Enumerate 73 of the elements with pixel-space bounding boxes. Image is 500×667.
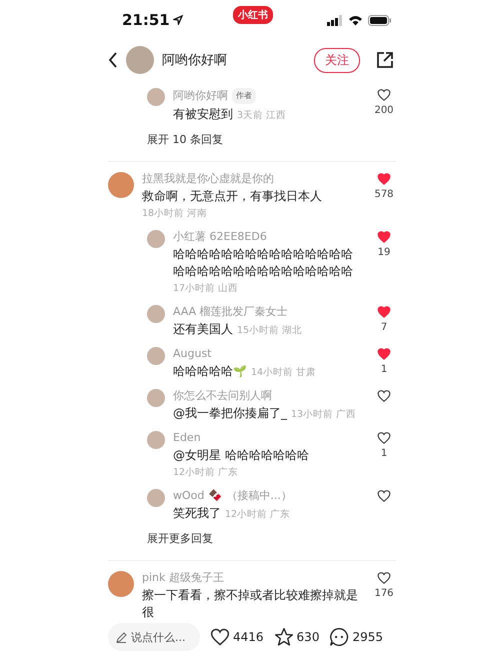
comment-text: 救命啊，无意点开，有事找日本人 — [142, 189, 322, 203]
comment-meta: 12小时前 广东 — [173, 466, 240, 480]
share-icon[interactable] — [376, 51, 394, 69]
app-badge: 小红书 — [233, 6, 273, 24]
location-arrow-icon — [172, 15, 183, 25]
user-name[interactable]: 小红薯 62EE8ED6 — [173, 230, 267, 244]
heart-icon[interactable] — [210, 627, 230, 647]
comment-text: @我一拳把你揍扁了_ — [173, 406, 287, 420]
emoji: 🍫 — [208, 489, 222, 503]
comment-meta: 17小时前 山西 — [173, 282, 240, 296]
user-name[interactable]: Eden — [173, 431, 201, 445]
author-name[interactable]: 阿哟你好啊 — [162, 51, 306, 69]
expand-replies-link[interactable]: 展开 10 条回复 — [147, 132, 396, 147]
star-icon[interactable] — [274, 627, 294, 647]
comment-meta: 14小时前 甘肃 — [251, 367, 316, 378]
like-count: 19 — [378, 247, 390, 258]
comment-meta: 18小时前 河南 — [142, 207, 208, 221]
avatar[interactable] — [147, 431, 165, 449]
comment-text: 哈哈哈哈哈 — [173, 364, 233, 378]
author-tag: 作者 — [232, 88, 256, 104]
comment-meta: 15小时前 湖北 — [237, 325, 302, 336]
signal-icon — [327, 14, 343, 26]
like-count: 7 — [380, 322, 388, 333]
avatar[interactable] — [108, 172, 134, 198]
like-count: 200 — [374, 105, 394, 116]
star-count: 630 — [296, 630, 320, 644]
user-name[interactable]: 拉黑我就是你心虚就是你的 — [142, 172, 274, 186]
like-count: 1 — [380, 364, 388, 375]
user-name[interactable]: pink 超级兔子王 — [142, 571, 224, 585]
input-placeholder: 说点什么... — [131, 630, 186, 644]
heart-icon[interactable] — [377, 431, 391, 445]
comment-meta: 13小时前 广西 — [291, 409, 356, 420]
comment-icon[interactable] — [329, 627, 350, 647]
user-name[interactable]: August — [173, 347, 212, 361]
avatar[interactable] — [126, 46, 154, 74]
user-note: （接稿中...） — [226, 489, 292, 503]
expand-replies-link[interactable]: 展开更多回复 — [147, 531, 396, 546]
pencil-icon — [116, 632, 127, 642]
comment-text: @女明星 哈哈哈哈哈哈哈 — [173, 448, 309, 462]
user-name[interactable]: 你怎么不去问别人啊 — [173, 389, 272, 403]
comment-text: 哈哈哈哈哈哈哈哈哈哈哈哈哈哈哈哈哈哈哈哈哈哈哈哈哈哈哈哈哈哈 — [173, 247, 353, 278]
back-icon[interactable] — [108, 52, 118, 68]
wifi-icon — [348, 14, 363, 26]
battery-icon — [368, 14, 392, 26]
avatar[interactable] — [147, 389, 165, 407]
comment-text: 擦一下看看，擦不掉或者比较难擦掉就是很 — [142, 588, 358, 619]
comment-meta: 12小时前 广东 — [225, 509, 290, 520]
heart-icon[interactable] — [377, 489, 391, 503]
avatar[interactable] — [147, 347, 165, 365]
user-name[interactable]: wOod — [173, 489, 204, 503]
avatar[interactable] — [147, 489, 165, 507]
heart-icon[interactable] — [377, 88, 391, 102]
like-count: 176 — [374, 588, 394, 599]
comment-text: 还有美国人 — [173, 322, 233, 336]
heart-icon[interactable] — [377, 389, 391, 403]
avatar[interactable] — [147, 305, 165, 323]
comment-meta: 3天前 江西 — [237, 110, 286, 121]
comment-text: 有被安慰到 — [173, 107, 233, 121]
comment-text: 笑死我了 — [173, 506, 221, 520]
follow-button[interactable]: 关注 — [314, 48, 360, 72]
user-name[interactable]: 阿哟你好啊 — [173, 89, 228, 103]
like-count: 1 — [380, 448, 388, 459]
avatar[interactable] — [147, 230, 165, 248]
comment-count: 2955 — [352, 630, 383, 644]
avatar[interactable] — [108, 571, 134, 597]
comment-input-field[interactable]: 说点什么... — [108, 623, 200, 651]
user-name[interactable]: AAA 榴莲批发厂秦女士 — [173, 305, 288, 319]
status-time: 21:51 — [122, 11, 170, 29]
like-count: 4416 — [233, 630, 264, 644]
avatar[interactable] — [147, 88, 165, 106]
heart-icon[interactable] — [377, 571, 391, 585]
like-count: 578 — [374, 189, 394, 200]
emoji: 🌱 — [233, 365, 247, 378]
